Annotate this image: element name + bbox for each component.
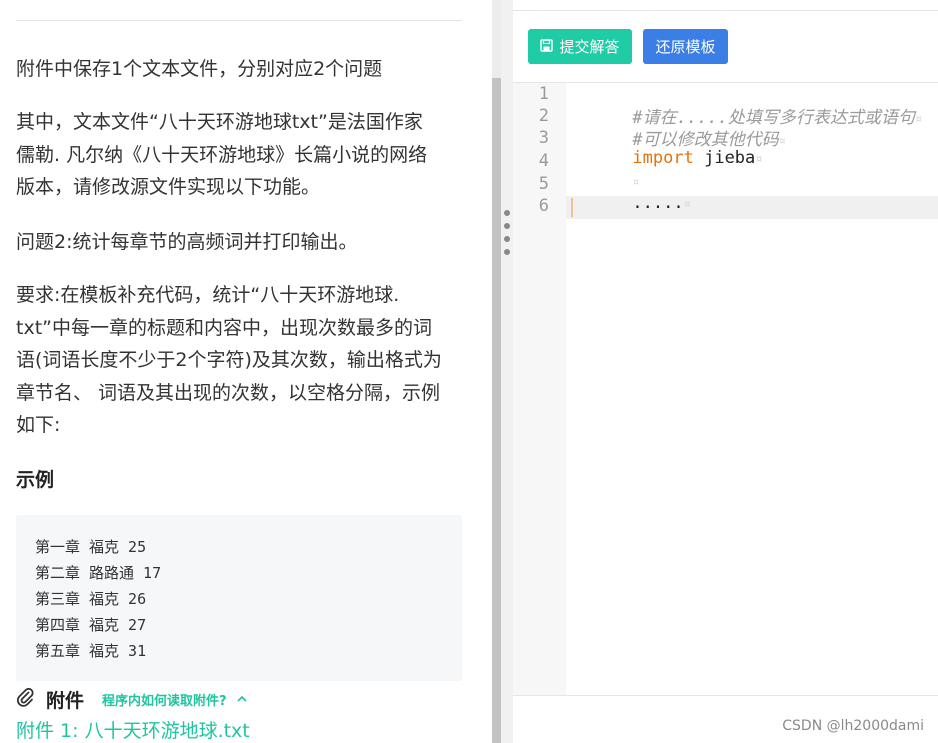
line-number: 3: [538, 128, 549, 148]
intro-paragraph: 附件中保存1个文本文件，分别对应2个问题: [16, 58, 383, 80]
example-output-line: 第二章 路路通 17: [35, 564, 162, 582]
attachments-header: 附件 程序内如何读取附件?: [16, 684, 247, 714]
line-end-marker: ¤: [755, 152, 763, 166]
editor-top-divider: [513, 10, 938, 11]
description-paragraph: 其中，文本文件“八十天环游地球txt”是法国作家 儒勒. 凡尔纳《八十天环游地球…: [16, 106, 466, 204]
chevron-up-icon[interactable]: [236, 692, 247, 706]
requirement-paragraph: 要求:在模板补充代码，统计“八十天环游地球. txt”中每一章的标题和内容中，出…: [16, 279, 466, 442]
line-number: 2: [538, 106, 549, 126]
submit-answer-label: 提交解答: [559, 38, 620, 56]
description-line: 其中，文本文件“八十天环游地球txt”是法国作家: [16, 111, 423, 133]
requirement-line: 如下:: [16, 414, 61, 436]
editor-panel: 提交解答 还原模板 1 2 3 4 5 6 #请在.....处填写多行表达式或语…: [513, 0, 938, 743]
code-keyword: import: [632, 148, 694, 168]
drag-dot-icon: [504, 210, 510, 216]
question-paragraph: 问题2:统计每章节的高频词并打印输出。: [16, 231, 358, 253]
example-output-line: 第一章 福克 25: [35, 538, 147, 556]
top-divider: [16, 20, 462, 21]
line-end-marker: ¤: [778, 134, 786, 148]
drag-dot-icon: [504, 249, 510, 255]
line-number-gutter: 1 2 3 4 5 6: [513, 83, 566, 696]
requirement-line: 章节名、 词语及其出现的次数，以空格分隔，示例: [16, 381, 441, 404]
problem-panel: 附件中保存1个文本文件，分别对应2个问题 其中，文本文件“八十天环游地球txt”…: [0, 0, 492, 743]
line-number: 4: [538, 151, 549, 171]
code-identifier: jieba: [704, 148, 756, 168]
requirement-line: 语(词语长度不少于2个字符)及其次数，输出格式为: [16, 349, 442, 371]
attachment-file-link[interactable]: 附件 1: 八十天环游地球.txt: [16, 716, 250, 743]
code-line-5[interactable]: .....¤: [571, 173, 691, 233]
paperclip-icon: [16, 686, 34, 712]
description-line: 版本，请修改源文件实现以下功能。: [16, 176, 321, 198]
line-end-marker: ¤: [683, 197, 691, 211]
line-number: 6: [538, 196, 549, 216]
description-line: 儒勒. 凡尔纳《八十天环游地球》长篇小说的网络: [16, 143, 428, 166]
restore-template-button[interactable]: 还原模板: [643, 29, 728, 64]
example-output-line: 第五章 福克 31: [35, 642, 147, 660]
line-number: 5: [538, 174, 549, 194]
submit-answer-button[interactable]: 提交解答: [528, 29, 632, 64]
code-placeholder: .....: [632, 193, 684, 213]
drag-dot-icon: [504, 236, 510, 242]
watermark: CSDN @lh2000dami: [782, 718, 924, 734]
example-output-line: 第四章 福克 27: [35, 616, 147, 634]
editor-bottom-divider: [513, 695, 938, 696]
example-heading: 示例: [16, 469, 55, 491]
code-editor[interactable]: 1 2 3 4 5 6 #请在.....处填写多行表达式或语句¤ #可以修改其他…: [513, 82, 938, 696]
example-output-line: 第三章 福克 26: [35, 590, 147, 608]
line-end-marker: ¤: [914, 112, 923, 126]
restore-template-label: 还原模板: [655, 38, 716, 56]
left-scrollbar-thumb[interactable]: [492, 78, 501, 743]
save-icon: [540, 38, 559, 56]
attachments-title: 附件: [46, 689, 85, 712]
text-cursor: [571, 198, 573, 217]
requirement-line: txt”中每一章的标题和内容中，出现次数最多的词: [16, 316, 432, 339]
read-attachment-help-link[interactable]: 程序内如何读取附件?: [102, 690, 227, 709]
example-output-block: 第一章 福克 25 第二章 路路通 17 第三章 福克 26 第四章 福克 27…: [16, 515, 462, 681]
pane-resize-handle[interactable]: [501, 0, 513, 743]
line-number: 1: [538, 84, 549, 104]
drag-dot-icon: [504, 223, 510, 229]
requirement-line: 要求:在模板补充代码，统计“八十天环游地球.: [16, 284, 400, 306]
